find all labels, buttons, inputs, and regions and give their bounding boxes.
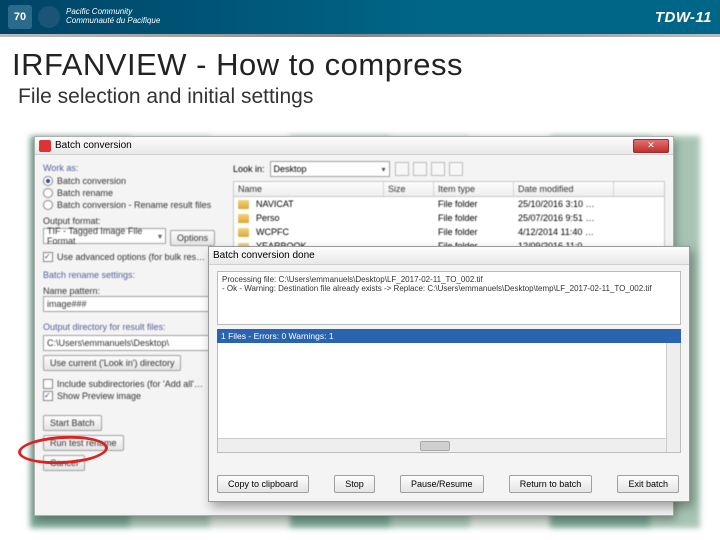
file-type: File folder	[434, 212, 514, 224]
horizontal-scrollbar[interactable]: III	[218, 438, 666, 452]
batch-done-dialog: Batch conversion done Processing file: C…	[208, 246, 690, 502]
summary-bar: 1 Files - Errors: 0 Warnings: 1	[217, 329, 681, 343]
output-format-combo[interactable]: TIF - Tagged Image File Format▾	[43, 228, 166, 244]
view-menu-icon[interactable]	[449, 162, 463, 176]
file-type: File folder	[434, 198, 514, 210]
radio1-label: Batch conversion	[57, 176, 126, 186]
use-current-dir-button[interactable]: Use current ('Look in') directory	[43, 355, 181, 371]
main-title-text: Batch conversion	[55, 140, 132, 151]
radio2-label: Batch rename	[57, 188, 113, 198]
return-batch-button[interactable]: Return to batch	[509, 475, 593, 493]
output-format-value: TIF - Tagged Image File Format	[47, 226, 158, 246]
folder-icon	[238, 214, 249, 223]
include-subdirs-label: Include subdirectories (for 'Add all'…	[57, 379, 203, 389]
close-icon[interactable]: ✕	[633, 139, 669, 153]
folder-icon	[238, 228, 249, 237]
file-date: 4/12/2014 11:40 …	[514, 226, 614, 238]
col-type[interactable]: Item type	[434, 182, 514, 196]
overlay-title-text: Batch conversion done	[213, 250, 315, 261]
output-dir-input[interactable]: C:\Users\emmanuels\Desktop\	[43, 335, 217, 351]
slide-subtitle: File selection and initial settings	[0, 85, 720, 115]
exit-batch-button[interactable]: Exit batch	[617, 475, 679, 493]
batch-rename-heading: Batch rename settings:	[43, 270, 217, 280]
overlay-button-row: Copy to clipboard Stop Pause/Resume Retu…	[217, 471, 681, 493]
output-dir-heading: Output directory for result files:	[43, 322, 217, 332]
up-icon[interactable]	[413, 162, 427, 176]
start-batch-button[interactable]: Start Batch	[43, 415, 102, 431]
options-button[interactable]: Options	[170, 230, 215, 246]
app-icon	[39, 140, 51, 152]
main-titlebar[interactable]: Batch conversion ✕	[35, 137, 673, 155]
col-date[interactable]: Date modified	[514, 182, 614, 196]
new-folder-icon[interactable]	[431, 162, 445, 176]
file-name: NAVICAT	[252, 198, 298, 210]
banner-left: 70 Pacific Community Communauté du Pacif…	[8, 5, 160, 29]
radio-icon	[43, 200, 53, 210]
radio-icon	[43, 188, 53, 198]
log-line: - Ok - Warning: Destination file already…	[222, 284, 676, 293]
col-size[interactable]: Size	[384, 182, 434, 196]
use-advanced-checkbox[interactable]: Use advanced options (for bulk res…	[43, 252, 217, 262]
log-line: Processing file: C:\Users\emmanuels\Desk…	[222, 275, 676, 284]
slide-title: IRFANVIEW - How to compress	[0, 37, 720, 85]
radio-icon	[43, 176, 53, 186]
pause-resume-button[interactable]: Pause/Resume	[400, 475, 484, 493]
vertical-scrollbar[interactable]	[666, 343, 680, 452]
show-preview-checkbox[interactable]: Show Preview image	[43, 391, 217, 401]
lookin-combo[interactable]: Desktop ▾	[270, 161, 390, 177]
lookin-label: Look in:	[233, 164, 265, 174]
checkbox-icon	[43, 391, 53, 401]
radio-batch-conv-rename[interactable]: Batch conversion - Rename result files	[43, 200, 217, 210]
name-pattern-input[interactable]: image###	[43, 296, 217, 312]
result-list[interactable]: III	[217, 343, 681, 453]
use-advanced-label: Use advanced options (for bulk res…	[57, 252, 205, 262]
radio-batch-conversion[interactable]: Batch conversion	[43, 176, 217, 186]
radio-batch-rename[interactable]: Batch rename	[43, 188, 217, 198]
show-preview-label: Show Preview image	[57, 391, 141, 401]
checkbox-icon	[43, 252, 53, 262]
output-dir-value: C:\Users\emmanuels\Desktop\	[47, 338, 169, 348]
top-banner: 70 Pacific Community Communauté du Pacif…	[0, 0, 720, 34]
stop-button[interactable]: Stop	[334, 475, 375, 493]
file-list-header[interactable]: Name Size Item type Date modified	[233, 181, 665, 197]
file-type: File folder	[434, 226, 514, 238]
checkbox-icon	[43, 379, 53, 389]
work-as-label: Work as:	[43, 163, 217, 173]
list-item[interactable]: NAVICAT File folder25/10/2016 3:10 …	[234, 197, 664, 211]
org-line2: Communauté du Pacifique	[66, 17, 160, 26]
chevron-down-icon: ▾	[158, 232, 162, 241]
name-pattern-value: image###	[47, 299, 87, 309]
output-format-label: Output format:	[43, 216, 217, 226]
include-subdirs-checkbox[interactable]: Include subdirectories (for 'Add all'…	[43, 379, 217, 389]
radio3-label: Batch conversion - Rename result files	[57, 200, 211, 210]
folder-icon	[238, 200, 249, 209]
name-pattern-label: Name pattern:	[43, 286, 217, 296]
overlay-titlebar[interactable]: Batch conversion done	[209, 247, 689, 265]
banner-right-label: TDW-11	[655, 9, 712, 26]
logo-70-icon: 70	[8, 5, 32, 29]
col-name[interactable]: Name	[234, 182, 384, 196]
screenshot-area: Batch conversion ✕ Work as: Batch conver…	[30, 136, 700, 528]
file-date: 25/10/2016 3:10 …	[514, 198, 614, 210]
list-item[interactable]: Perso File folder25/07/2016 9:51 …	[234, 211, 664, 225]
scroll-thumb[interactable]	[420, 441, 450, 451]
copy-clipboard-button[interactable]: Copy to clipboard	[217, 475, 309, 493]
org-name: Pacific Community Communauté du Pacifiqu…	[66, 8, 160, 26]
logo-wave-icon	[38, 6, 60, 28]
file-name: Perso	[252, 212, 284, 224]
log-box: Processing file: C:\Users\emmanuels\Desk…	[217, 271, 681, 325]
browser-toolbar	[395, 162, 463, 176]
lookin-value: Desktop	[274, 164, 307, 174]
chevron-down-icon: ▾	[382, 165, 386, 174]
list-item[interactable]: WCPFC File folder4/12/2014 11:40 …	[234, 225, 664, 239]
file-date: 25/07/2016 9:51 …	[514, 212, 614, 224]
back-icon[interactable]	[395, 162, 409, 176]
file-name: WCPFC	[252, 226, 293, 238]
